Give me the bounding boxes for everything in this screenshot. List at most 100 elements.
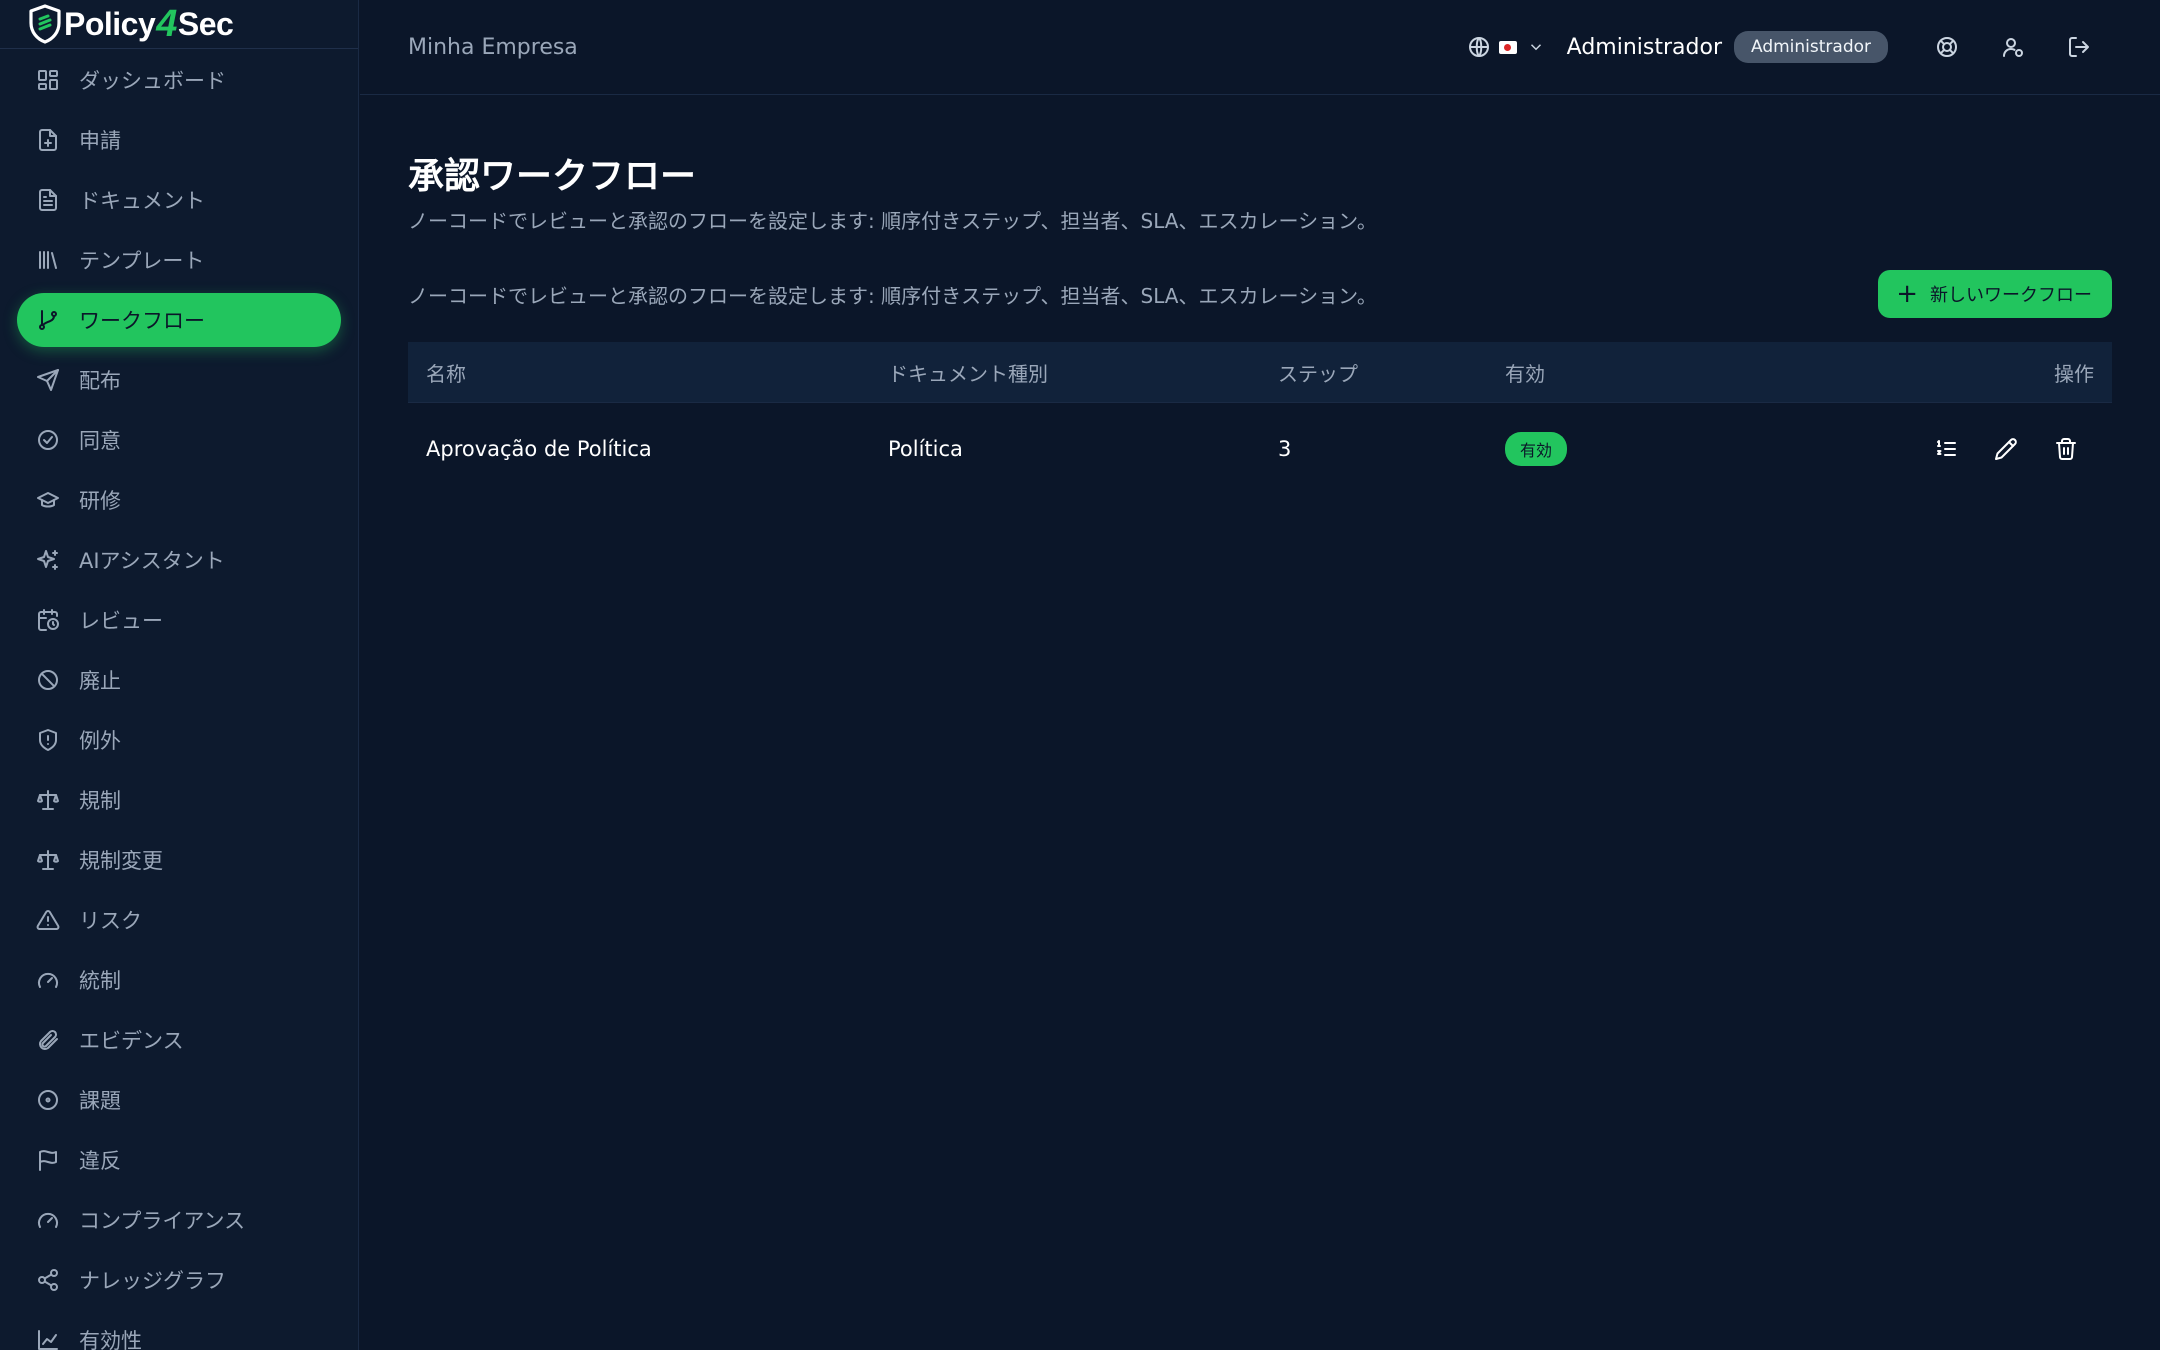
sidebar-nav: ダッシュボード 申請 ドキュメント テンプレート ワークフロー 配布 同意 研修… — [0, 49, 358, 1350]
toolbar: ノーコードでレビューと承認のフローを設定します: 順序付きステップ、担当者、SL… — [408, 270, 2112, 318]
sidebar-item-issues[interactable]: 課題 — [17, 1073, 341, 1127]
sidebar-item-documents[interactable]: ドキュメント — [17, 173, 341, 227]
sidebar-item-dashboard[interactable]: ダッシュボード — [17, 53, 341, 107]
page-subtitle: ノーコードでレビューと承認のフローを設定します: 順序付きステップ、担当者、SL… — [408, 209, 1377, 233]
shield-logo-icon — [29, 4, 61, 44]
sidebar-item-label: 配布 — [79, 369, 121, 393]
new-workflow-label: 新しいワークフロー — [1930, 285, 2092, 306]
gauge-icon — [35, 1207, 61, 1233]
circle-dot-icon — [35, 1087, 61, 1113]
status-badge: 有効 — [1505, 431, 1568, 466]
delete-icon[interactable] — [2036, 424, 2096, 474]
sidebar-item-label: ドキュメント — [79, 189, 205, 213]
column-header-doc-type[interactable]: ドキュメント種別 — [888, 358, 1278, 387]
column-header-actions: 操作 — [2054, 361, 2094, 386]
row-actions — [1775, 424, 2112, 474]
sidebar-item-label: 廃止 — [79, 669, 121, 693]
sidebar: Policy 4 Sec ダッシュボード 申請 ドキュメント テンプレート ワー… — [0, 0, 359, 1350]
sidebar-item-label: 同意 — [79, 429, 121, 453]
sidebar-item-exceptions[interactable]: 例外 — [17, 713, 341, 767]
sidebar-item-review[interactable]: レビュー — [17, 593, 341, 647]
sidebar-item-evidence[interactable]: エビデンス — [17, 1013, 341, 1067]
app-root: Policy 4 Sec ダッシュボード 申請 ドキュメント テンプレート ワー… — [0, 0, 2160, 1350]
logout-icon[interactable] — [2046, 22, 2112, 72]
column-header-active[interactable]: 有効 — [1505, 358, 1775, 387]
sidebar-item-label: エビデンス — [79, 1029, 184, 1053]
flag-icon — [35, 1147, 61, 1173]
sidebar-item-ai-assistant[interactable]: AIアシスタント — [17, 533, 341, 587]
sidebar-item-consent[interactable]: 同意 — [17, 413, 341, 467]
send-icon — [35, 367, 61, 393]
graduation-cap-icon — [35, 487, 61, 513]
sidebar-item-label: 申請 — [79, 129, 121, 153]
sidebar-item-effectiveness[interactable]: 有効性 — [17, 1313, 341, 1350]
document-icon — [35, 187, 61, 213]
toolbar-description: ノーコードでレビューと承認のフローを設定します: 順序付きステップ、担当者、SL… — [408, 283, 1377, 308]
language-selector[interactable] — [1467, 35, 1545, 59]
page-title: 承認ワークフロー — [408, 156, 697, 197]
user-name: Administrador — [1566, 34, 1722, 60]
scale-icon — [35, 847, 61, 873]
scale-icon — [35, 787, 61, 813]
help-buoy-icon[interactable] — [1914, 22, 1980, 72]
git-branch-icon — [35, 307, 61, 333]
sidebar-item-retired[interactable]: 廃止 — [17, 653, 341, 707]
shield-alert-icon — [35, 727, 61, 753]
logo-text-left: Policy — [64, 5, 156, 42]
dashboard-icon — [35, 67, 61, 93]
new-workflow-button[interactable]: + 新しいワークフロー — [1878, 270, 2112, 318]
sidebar-item-label: 統制 — [79, 969, 121, 993]
sidebar-item-label: 違反 — [79, 1149, 121, 1173]
sidebar-item-label: テンプレート — [79, 249, 205, 273]
sidebar-item-label: ダッシュボード — [79, 69, 226, 93]
sidebar-item-training[interactable]: 研修 — [17, 473, 341, 527]
sidebar-item-templates[interactable]: テンプレート — [17, 233, 341, 287]
sidebar-item-label: AIアシスタント — [79, 549, 225, 573]
sidebar-item-label: 有効性 — [79, 1329, 142, 1350]
logo-text-right: Sec — [177, 5, 234, 42]
table-header: 名称 ドキュメント種別 ステップ 有効 操作 — [408, 342, 2112, 403]
sidebar-item-regulations[interactable]: 規制 — [17, 773, 341, 827]
sidebar-item-compliance[interactable]: コンプライアンス — [17, 1193, 341, 1247]
gauge-icon — [35, 967, 61, 993]
sidebar-item-risk[interactable]: リスク — [17, 893, 341, 947]
sidebar-item-label: コンプライアンス — [79, 1209, 246, 1233]
column-header-name[interactable]: 名称 — [408, 358, 888, 387]
workflow-doc-type: Política — [888, 436, 963, 461]
sidebar-item-label: リスク — [79, 909, 142, 933]
company-name[interactable]: Minha Empresa — [408, 35, 578, 60]
edit-icon[interactable] — [1976, 424, 2036, 474]
sidebar-item-label: ナレッジグラフ — [79, 1269, 226, 1293]
workflow-steps: 3 — [1278, 436, 1292, 461]
sidebar-item-controls[interactable]: 統制 — [17, 953, 341, 1007]
header-right: Administrador Administrador — [1467, 22, 2112, 72]
sidebar-item-label: 例外 — [79, 729, 121, 753]
calendar-clock-icon — [35, 607, 61, 633]
main-content: 承認ワークフロー ノーコードでレビューと承認のフローを設定します: 順序付きステ… — [408, 95, 2112, 494]
sidebar-item-distribution[interactable]: 配布 — [17, 353, 341, 407]
logo-text: Policy 4 Sec — [28, 2, 234, 46]
sidebar-item-label: ワークフロー — [79, 309, 205, 333]
user-settings-icon[interactable] — [1980, 22, 2046, 72]
paperclip-icon — [35, 1027, 61, 1053]
workflows-table: 名称 ドキュメント種別 ステップ 有効 操作 Aprovação de Polí… — [408, 342, 2112, 494]
column-header-steps[interactable]: ステップ — [1278, 358, 1505, 387]
file-request-icon — [35, 127, 61, 153]
library-icon — [35, 247, 61, 273]
table-row[interactable]: Aprovação de Política Política 3 有効 — [408, 403, 2112, 494]
sidebar-item-knowledge-graph[interactable]: ナレッジグラフ — [17, 1253, 341, 1307]
share-icon — [35, 1267, 61, 1293]
globe-icon — [1468, 37, 1489, 57]
top-header: Minha Empresa Administrador Administrado… — [360, 0, 2160, 95]
sidebar-item-requests[interactable]: 申請 — [17, 113, 341, 167]
logo-text-num: 4 — [156, 2, 177, 45]
workflow-name: Aprovação de Política — [426, 436, 652, 461]
sidebar-item-regulatory-changes[interactable]: 規制変更 — [17, 833, 341, 887]
japan-flag-icon — [1498, 40, 1517, 54]
sidebar-item-label: 研修 — [79, 489, 121, 513]
sidebar-item-violations[interactable]: 違反 — [17, 1133, 341, 1187]
sidebar-item-workflows[interactable]: ワークフロー — [17, 293, 341, 347]
list-steps-icon[interactable] — [1916, 424, 1976, 474]
workflow-status-cell: 有効 — [1505, 431, 1775, 466]
logo[interactable]: Policy 4 Sec — [0, 0, 358, 49]
